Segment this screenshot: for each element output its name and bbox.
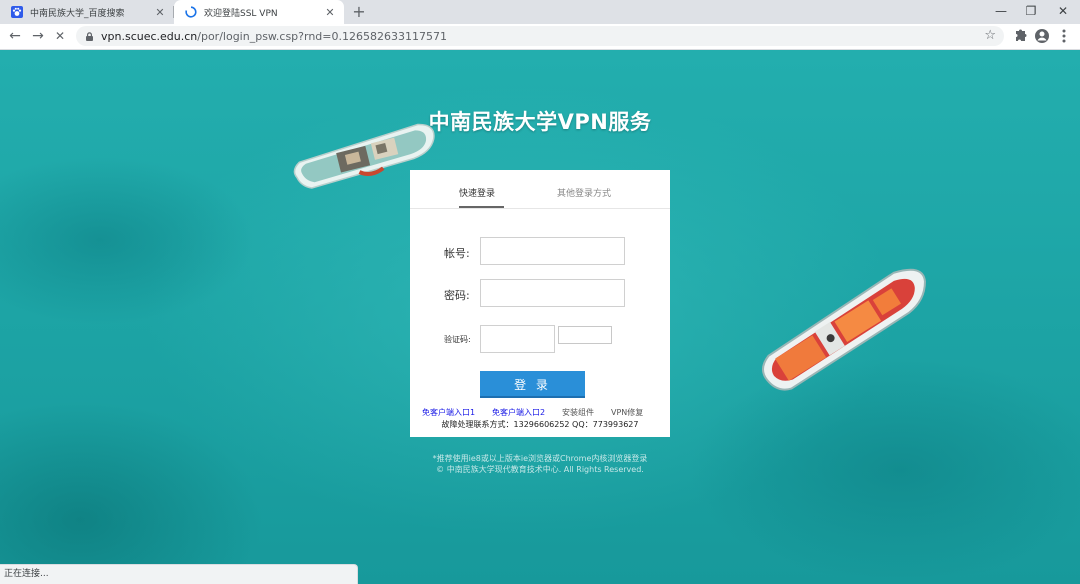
tab-close-icon[interactable]: ✕ bbox=[152, 6, 168, 19]
tab-baidu-search[interactable]: 中南民族大学_百度搜索 ✕ bbox=[0, 0, 174, 24]
more-menu-icon[interactable] bbox=[1054, 26, 1074, 46]
install-components-link[interactable]: 安装组件 bbox=[562, 407, 594, 418]
active-tab-indicator bbox=[459, 206, 504, 208]
restore-button[interactable]: ❐ bbox=[1014, 0, 1048, 24]
clientless-entry-2-link[interactable]: 免客户端入口2 bbox=[492, 407, 545, 418]
address-bar[interactable]: vpn.scuec.edu.cn/por/login_psw.csp?rnd=0… bbox=[76, 26, 1004, 46]
lock-icon bbox=[86, 31, 93, 41]
copyright: © 中南民族大学现代教育技术中心. All Rights Reserved. bbox=[436, 465, 644, 474]
account-input[interactable] bbox=[480, 237, 625, 265]
account-label: 帐号: bbox=[444, 247, 470, 260]
tab-quick-login[interactable]: 快速登录 bbox=[459, 186, 495, 199]
support-contact: 故障处理联系方式：13296606252 QQ：773993627 bbox=[441, 420, 639, 429]
login-page-background: 中南民族大学VPN服务 快速登录 其他登录方式 帐号: 密码: 验证码: 登 录… bbox=[0, 50, 1080, 584]
back-button[interactable]: ← bbox=[5, 26, 25, 46]
login-tabs: 快速登录 其他登录方式 bbox=[410, 170, 670, 209]
password-label: 密码: bbox=[444, 289, 470, 302]
browser-toolbar: ← → ✕ vpn.scuec.edu.cn/por/login_psw.csp… bbox=[0, 24, 1080, 50]
browser-recommendation-note: *推荐使用ie8或以上版本ie浏览器或Chrome内核浏览器登录 bbox=[432, 454, 648, 463]
minimize-button[interactable]: — bbox=[984, 0, 1018, 24]
baidu-paw-icon bbox=[11, 6, 23, 18]
tab-title: 中南民族大学_百度搜索 bbox=[30, 8, 125, 19]
tab-close-icon[interactable]: ✕ bbox=[322, 6, 338, 19]
login-button[interactable]: 登 录 bbox=[480, 371, 585, 398]
url-path: /por/login_psw.csp?rnd=0.126582633117571 bbox=[197, 29, 447, 43]
captcha-image[interactable] bbox=[558, 326, 612, 344]
bookmark-star-icon[interactable]: ☆ bbox=[984, 28, 996, 43]
new-tab-button[interactable]: + bbox=[350, 2, 368, 22]
profile-avatar-icon[interactable] bbox=[1032, 26, 1052, 46]
password-input[interactable] bbox=[480, 279, 625, 307]
login-card: 快速登录 其他登录方式 帐号: 密码: 验证码: 登 录 免客户端入口1 免客户… bbox=[410, 170, 670, 437]
extensions-puzzle-icon[interactable] bbox=[1010, 26, 1030, 46]
clientless-entry-1-link[interactable]: 免客户端入口1 bbox=[422, 407, 475, 418]
tab-ssl-vpn[interactable]: 欢迎登陆SSL VPN ✕ bbox=[174, 0, 344, 24]
window-close-button[interactable]: ✕ bbox=[1046, 0, 1080, 24]
vpn-repair-link[interactable]: VPN修复 bbox=[611, 407, 643, 418]
tab-other-login[interactable]: 其他登录方式 bbox=[557, 186, 611, 199]
tab-strip: 中南民族大学_百度搜索 ✕ 欢迎登陆SSL VPN ✕ + — ❐ ✕ bbox=[0, 0, 1080, 24]
stop-loading-button[interactable]: ✕ bbox=[50, 26, 70, 46]
boat-illustration-right bbox=[761, 268, 926, 391]
forward-button[interactable]: → bbox=[28, 26, 48, 46]
captcha-input[interactable] bbox=[480, 325, 555, 353]
status-bar: 正在连接... bbox=[0, 564, 358, 584]
url-text: vpn.scuec.edu.cn/por/login_psw.csp?rnd=0… bbox=[101, 30, 447, 43]
loading-spinner-icon bbox=[185, 6, 197, 18]
page-title: 中南民族大学VPN服务 bbox=[428, 110, 652, 134]
captcha-label: 验证码: bbox=[444, 335, 471, 344]
tab-title: 欢迎登陆SSL VPN bbox=[204, 8, 278, 19]
url-host: vpn.scuec.edu.cn bbox=[101, 29, 198, 43]
